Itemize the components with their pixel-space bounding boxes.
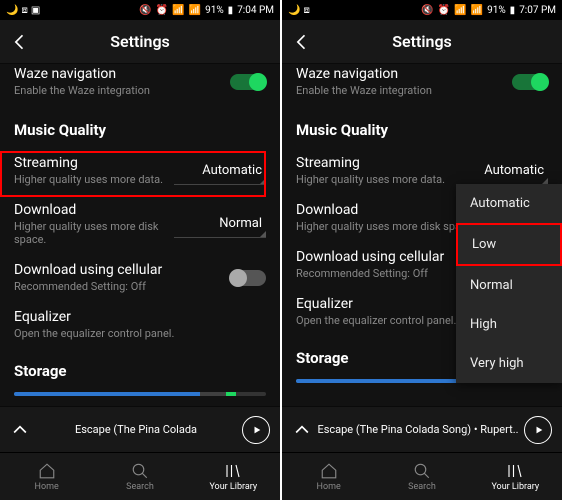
equalizer-title: Equalizer	[14, 309, 266, 325]
menu-item-veryhigh[interactable]: Very high	[456, 344, 562, 383]
battery-icon: ▮	[228, 5, 234, 16]
streaming-value: Automatic	[484, 163, 544, 178]
waze-toggle[interactable]	[512, 74, 548, 90]
mute-icon: 🔇	[139, 5, 151, 16]
mute-icon: 🔇	[421, 5, 433, 16]
expand-chevron-icon[interactable]	[292, 420, 312, 440]
waze-title: Waze navigation	[14, 66, 230, 82]
nav-library[interactable]: Your Library	[469, 453, 562, 500]
statusbar: 🌙 ⧈ 🔇 ⏰ 📶 📶 91% ▮ 7:07 PM	[282, 0, 562, 20]
wifi-icon: 📶	[454, 5, 466, 16]
waze-row[interactable]: Waze navigation Enable the Waze integrat…	[296, 64, 548, 105]
statusbar: 🌙 ⧈ ▣ 🔇 ⏰ 📶 📶 91% ▮ 7:04 PM	[0, 0, 280, 20]
menu-item-automatic[interactable]: Automatic	[456, 184, 562, 223]
dropdown-caret-icon	[260, 231, 266, 237]
waze-sub: Enable the Waze integration	[296, 84, 512, 97]
settings-content[interactable]: Waze navigation Enable the Waze integrat…	[282, 64, 562, 406]
search-icon	[131, 462, 149, 480]
streaming-title: Streaming	[296, 155, 456, 171]
back-button[interactable]	[292, 32, 312, 52]
nav-search[interactable]: Search	[375, 453, 468, 500]
battery-icon: ▮	[510, 5, 516, 16]
equalizer-sub: Open the equalizer control panel.	[14, 327, 266, 340]
library-icon	[224, 462, 242, 480]
expand-chevron-icon[interactable]	[10, 420, 30, 440]
moon-icon: 🌙	[288, 5, 300, 16]
waze-toggle[interactable]	[230, 74, 266, 90]
home-icon	[38, 462, 56, 480]
menu-item-high[interactable]: High	[456, 305, 562, 344]
cellular-toggle[interactable]	[230, 270, 266, 286]
section-music-quality: Music Quality	[14, 105, 266, 147]
search-icon	[413, 462, 431, 480]
bottom-nav: Home Search Your Library	[282, 452, 562, 500]
now-playing-bar[interactable]: Escape (The Pina Colada	[0, 406, 280, 452]
cellular-row[interactable]: Download using cellular Recommended Sett…	[14, 254, 266, 301]
section-storage: Storage	[14, 348, 266, 386]
streaming-title: Streaming	[14, 155, 174, 171]
streaming-sub: Higher quality uses more data.	[296, 173, 456, 186]
alarm-icon: ⏰	[156, 5, 168, 16]
library-icon	[506, 462, 524, 480]
dropbox-icon: ⧈	[21, 5, 27, 16]
streaming-dropdown[interactable]: Automatic	[174, 157, 266, 185]
download-sub: Higher quality uses more disk space.	[14, 220, 174, 246]
battery-percent: 91%	[205, 5, 224, 16]
download-title: Download	[14, 202, 174, 218]
settings-content[interactable]: Waze navigation Enable the Waze integrat…	[0, 64, 280, 406]
now-playing-bar[interactable]: Escape (The Pina Colada Song) • Rupert..	[282, 406, 562, 452]
phone-right: 🌙 ⧈ 🔇 ⏰ 📶 📶 91% ▮ 7:07 PM Settings Waze …	[282, 0, 562, 500]
section-music-quality: Music Quality	[296, 105, 548, 147]
streaming-dropdown[interactable]: Automatic	[456, 157, 548, 185]
cellular-title: Download using cellular	[14, 262, 230, 278]
image-icon: ▣	[31, 5, 40, 16]
bottom-nav: Home Search Your Library	[0, 452, 280, 500]
clock: 7:04 PM	[237, 5, 274, 16]
menu-item-normal[interactable]: Normal	[456, 266, 562, 305]
page-title: Settings	[392, 32, 452, 51]
header: Settings	[282, 20, 562, 64]
now-playing-track: Escape (The Pina Colada	[30, 423, 242, 436]
page-title: Settings	[110, 32, 170, 51]
home-icon	[320, 462, 338, 480]
header: Settings	[0, 20, 280, 64]
download-dropdown[interactable]: Normal	[174, 210, 266, 238]
signal-icon: 📶	[471, 5, 483, 16]
wifi-icon: 📶	[172, 5, 184, 16]
waze-sub: Enable the Waze integration	[14, 84, 230, 97]
phone-left: 🌙 ⧈ ▣ 🔇 ⏰ 📶 📶 91% ▮ 7:04 PM Settings Waz…	[0, 0, 280, 500]
download-row[interactable]: Download Higher quality uses more disk s…	[14, 194, 266, 254]
storage-bar	[14, 392, 266, 396]
download-value: Normal	[219, 216, 262, 231]
play-button[interactable]	[524, 416, 552, 444]
streaming-row[interactable]: Streaming Higher quality uses more data.…	[14, 147, 266, 194]
equalizer-row[interactable]: Equalizer Open the equalizer control pan…	[14, 301, 266, 348]
battery-percent: 91%	[487, 5, 506, 16]
streaming-sub: Higher quality uses more data.	[14, 173, 174, 186]
menu-item-low[interactable]: Low	[456, 223, 562, 266]
waze-row[interactable]: Waze navigation Enable the Waze integrat…	[14, 64, 266, 105]
dropdown-caret-icon	[542, 178, 548, 184]
cellular-sub: Recommended Setting: Off	[14, 280, 230, 293]
nav-library[interactable]: Your Library	[187, 453, 280, 500]
dropbox-icon: ⧈	[303, 5, 309, 16]
streaming-value: Automatic	[202, 163, 262, 178]
play-button[interactable]	[242, 416, 270, 444]
waze-title: Waze navigation	[296, 66, 512, 82]
now-playing-track: Escape (The Pina Colada Song) • Rupert..	[312, 423, 524, 436]
nav-home[interactable]: Home	[282, 453, 375, 500]
nav-home[interactable]: Home	[0, 453, 93, 500]
back-button[interactable]	[10, 32, 30, 52]
alarm-icon: ⏰	[438, 5, 450, 16]
clock: 7:07 PM	[519, 5, 556, 16]
moon-icon: 🌙	[6, 5, 18, 16]
nav-search[interactable]: Search	[93, 453, 186, 500]
dropdown-caret-icon	[260, 178, 266, 184]
streaming-quality-menu: Automatic Low Normal High Very high	[456, 184, 562, 383]
signal-icon: 📶	[189, 5, 201, 16]
